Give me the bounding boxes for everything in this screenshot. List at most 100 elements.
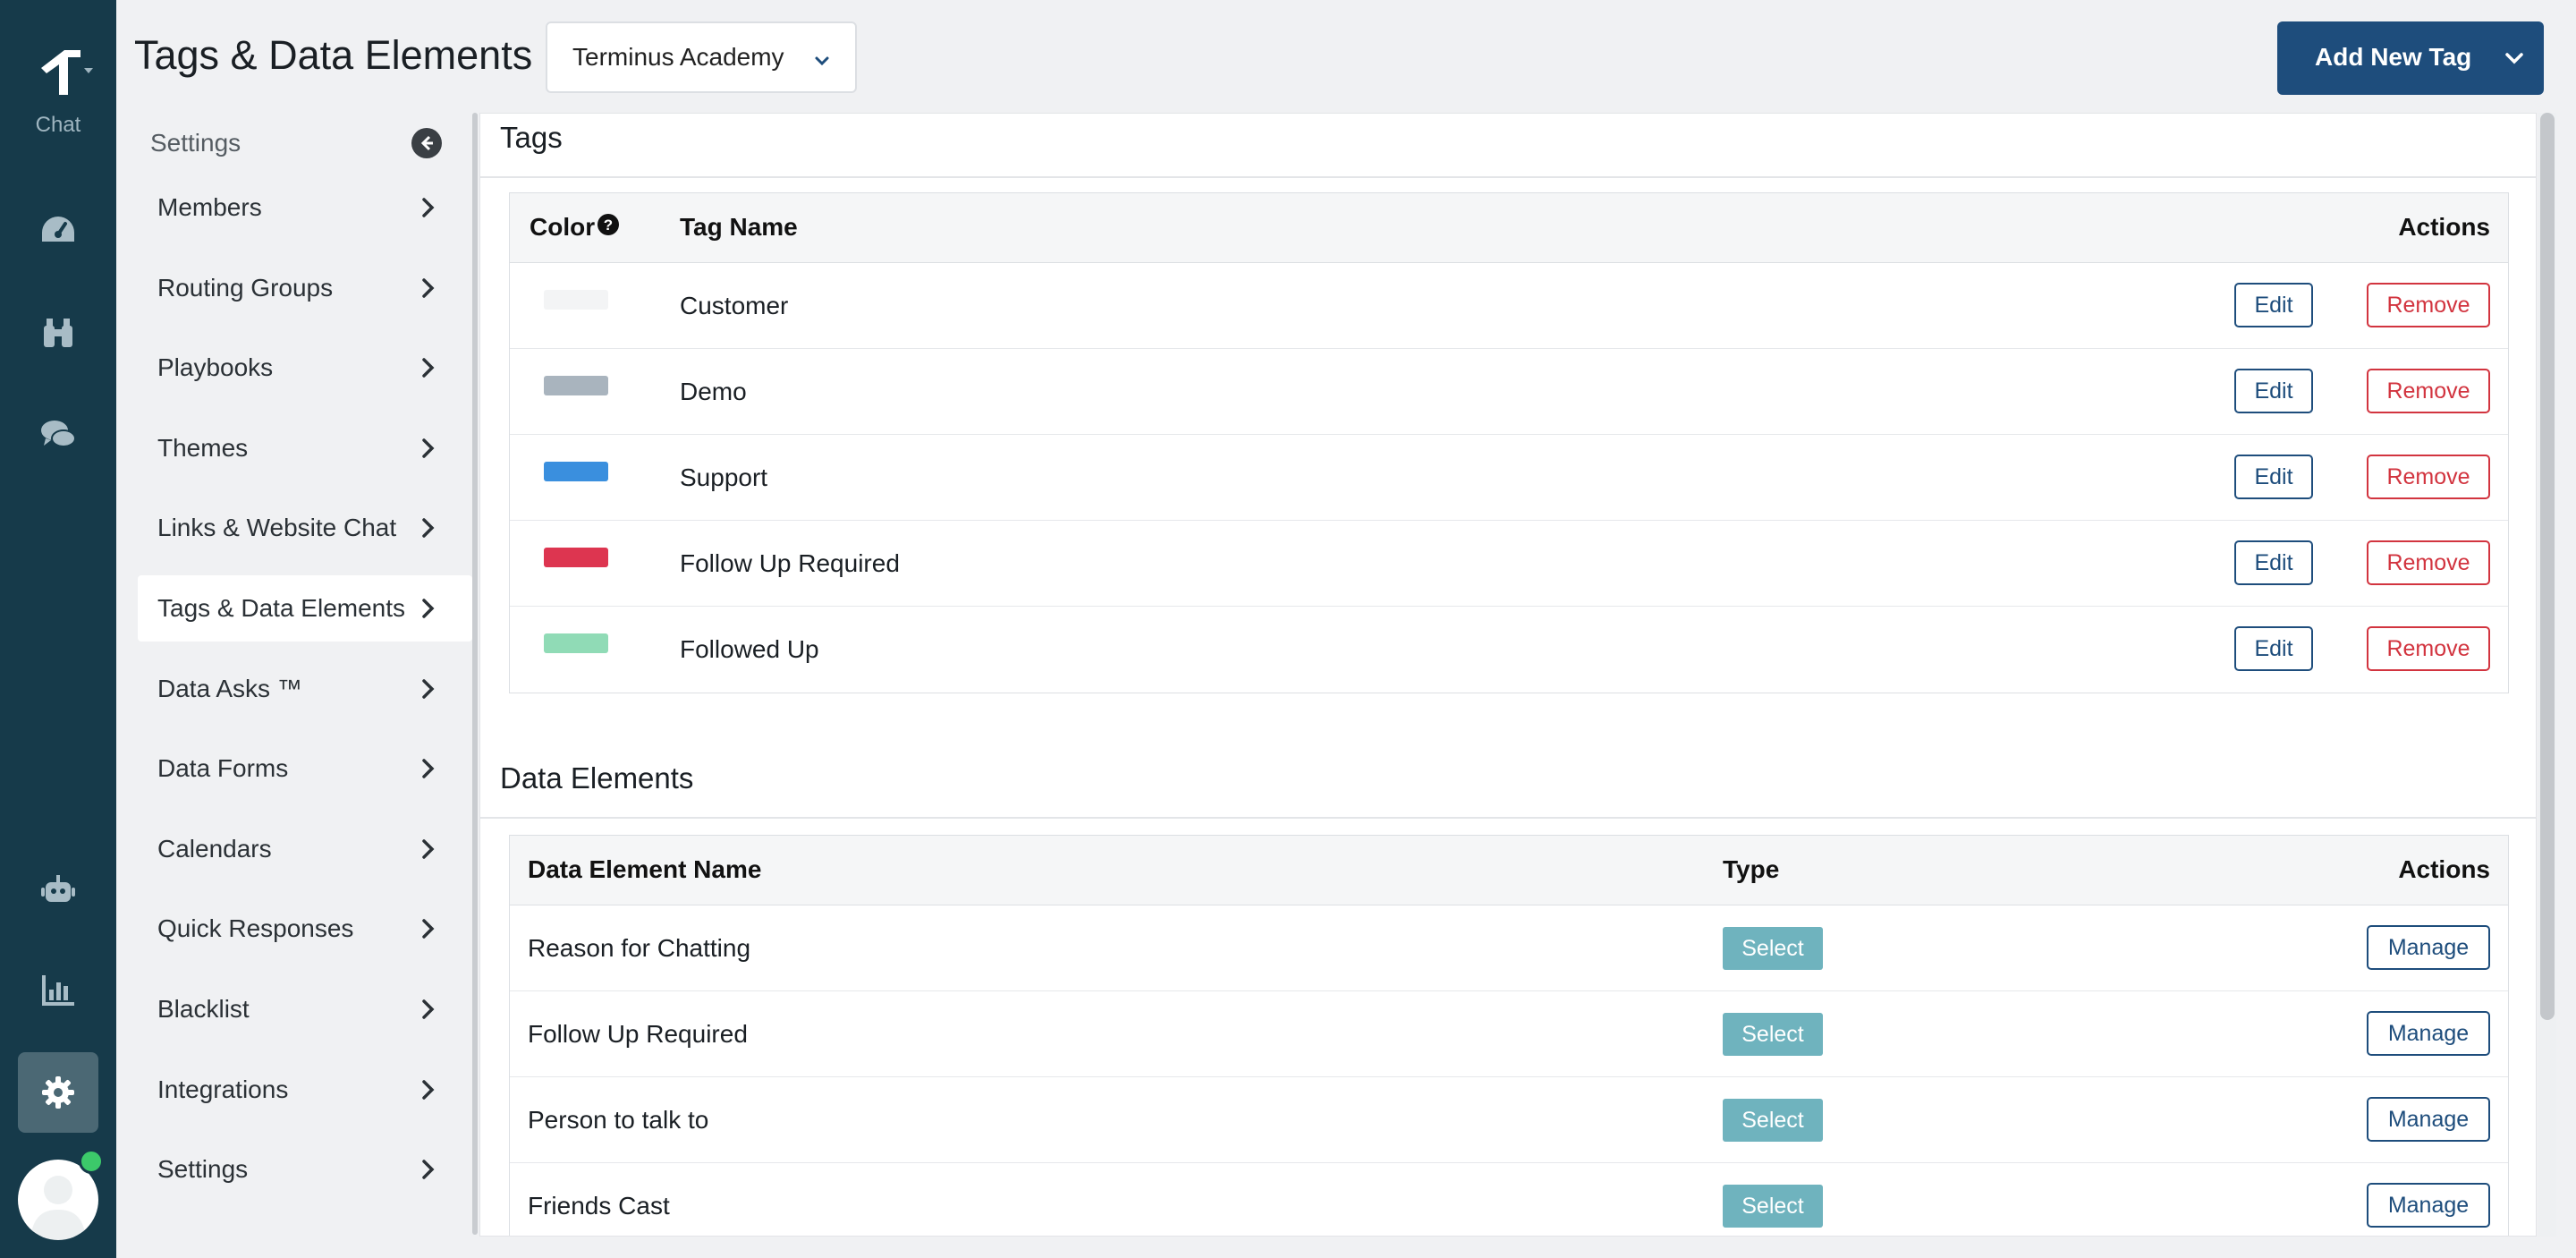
tag-name: Follow Up Required bbox=[680, 549, 900, 577]
sidebar-item[interactable]: Integrations bbox=[138, 1057, 472, 1123]
svg-text:?: ? bbox=[604, 217, 613, 234]
sidebar-item[interactable]: Data Forms bbox=[138, 735, 472, 802]
tags-table: Color ? Tag Name Actions Customer Edit Rem… bbox=[509, 192, 2509, 693]
sidebar-item-label: Quick Responses bbox=[157, 914, 354, 943]
data-element-name: Person to talk to bbox=[528, 1106, 709, 1134]
section-divider bbox=[480, 176, 2536, 178]
remove-button[interactable]: Remove bbox=[2367, 455, 2490, 499]
table-row: Reason for Chatting Select Manage bbox=[510, 905, 2508, 991]
chevron-right-icon bbox=[419, 677, 438, 707]
data-elements-table: Data Element Name Type Actions Reason fo… bbox=[509, 835, 2509, 1236]
tags-section-title: Tags bbox=[500, 121, 563, 154]
help-icon[interactable]: ? bbox=[597, 213, 620, 242]
table-row: Support Edit Remove bbox=[510, 435, 2508, 521]
tag-color-swatch bbox=[544, 633, 608, 653]
sidebar-item[interactable]: Themes bbox=[138, 415, 472, 481]
sidebar-item[interactable]: Data Asks ™ bbox=[138, 656, 472, 722]
sidebar-item-label: Integrations bbox=[157, 1075, 289, 1103]
remove-button[interactable]: Remove bbox=[2367, 626, 2490, 671]
sidebar-item-label: Data Asks ™ bbox=[157, 674, 302, 702]
binoculars-icon[interactable] bbox=[35, 310, 81, 356]
sidebar-item-label: Playbooks bbox=[157, 353, 274, 382]
data-elements-section-title: Data Elements bbox=[500, 761, 694, 795]
chevron-down-icon[interactable] bbox=[2503, 47, 2526, 76]
sidebar-item[interactable]: Settings bbox=[138, 1136, 472, 1203]
app-rail: Chat bbox=[0, 0, 116, 1258]
main-scrollbar-thumb[interactable] bbox=[2540, 113, 2555, 1020]
organization-select-value: Terminus Academy bbox=[572, 43, 784, 71]
manage-button[interactable]: Manage bbox=[2367, 925, 2490, 970]
sidebar-item[interactable]: Links & Website Chat bbox=[138, 495, 472, 561]
edit-button[interactable]: Edit bbox=[2234, 455, 2313, 499]
column-header-actions: Actions bbox=[2398, 213, 2490, 241]
chevron-down-icon bbox=[812, 48, 832, 77]
dashboard-icon[interactable] bbox=[35, 208, 81, 254]
manage-button[interactable]: Manage bbox=[2367, 1097, 2490, 1142]
sidebar-item[interactable]: Playbooks bbox=[138, 335, 472, 401]
organization-select[interactable]: Terminus Academy bbox=[546, 21, 857, 93]
manage-button[interactable]: Manage bbox=[2367, 1183, 2490, 1228]
data-element-name: Friends Cast bbox=[528, 1192, 670, 1220]
chevron-right-icon bbox=[419, 516, 438, 546]
analytics-icon[interactable] bbox=[35, 966, 81, 1013]
table-row: Friends Cast Select Manage bbox=[510, 1163, 2508, 1236]
sidebar-item-label: Settings bbox=[157, 1155, 249, 1184]
column-header-tag-name: Tag Name bbox=[680, 213, 798, 241]
chevron-right-icon bbox=[419, 757, 438, 786]
table-row: Follow Up Required Edit Remove bbox=[510, 521, 2508, 607]
column-header-data-element-name: Data Element Name bbox=[528, 855, 762, 883]
tag-color-swatch bbox=[544, 290, 608, 310]
tag-color-swatch bbox=[544, 376, 608, 395]
sidebar-item-label: Tags & Data Elements bbox=[157, 594, 406, 622]
table-row: Followed Up Edit Remove bbox=[510, 607, 2508, 693]
arrow-left-icon bbox=[420, 135, 433, 151]
type-badge: Select bbox=[1723, 927, 1823, 970]
sidebar-item-label: Members bbox=[157, 193, 262, 221]
data-element-name: Reason for Chatting bbox=[528, 934, 751, 962]
chevron-right-icon bbox=[419, 1158, 438, 1187]
table-row: Demo Edit Remove bbox=[510, 349, 2508, 435]
main-panel: Tags Color ? Tag Name Actions Customer Ed… bbox=[479, 113, 2537, 1237]
sidebar-item-label: Links & Website Chat bbox=[157, 514, 397, 542]
manage-button[interactable]: Manage bbox=[2367, 1011, 2490, 1056]
sidebar-item[interactable]: Blacklist bbox=[138, 976, 472, 1042]
add-new-tag-button[interactable]: Add New Tag bbox=[2277, 21, 2544, 95]
section-divider bbox=[480, 817, 2536, 819]
data-elements-table-header: Data Element Name Type Actions bbox=[510, 836, 2508, 905]
tag-name: Support bbox=[680, 463, 768, 491]
chevron-right-icon bbox=[419, 437, 438, 466]
sidebar-item[interactable]: Members bbox=[138, 174, 472, 241]
table-row: Follow Up Required Select Manage bbox=[510, 991, 2508, 1077]
table-row: Customer Edit Remove bbox=[510, 263, 2508, 349]
sidebar-item[interactable]: Calendars bbox=[138, 816, 472, 882]
chevron-right-icon bbox=[419, 998, 438, 1027]
chevron-right-icon bbox=[419, 276, 438, 306]
tag-name: Customer bbox=[680, 292, 789, 319]
tag-color-swatch bbox=[544, 548, 608, 567]
remove-button[interactable]: Remove bbox=[2367, 369, 2490, 413]
chevron-right-icon bbox=[419, 196, 438, 225]
data-element-name: Follow Up Required bbox=[528, 1020, 748, 1048]
sidebar-item-label: Themes bbox=[157, 433, 249, 462]
sidebar-divider[interactable] bbox=[472, 113, 478, 1235]
tag-name: Followed Up bbox=[680, 635, 819, 663]
settings-gear-icon[interactable] bbox=[35, 1069, 81, 1116]
terminus-logo-icon[interactable] bbox=[34, 41, 97, 104]
sidebar-item-label: Blacklist bbox=[157, 995, 250, 1023]
column-header-actions: Actions bbox=[2398, 855, 2490, 883]
sidebar-item-label: Data Forms bbox=[157, 754, 289, 783]
sidebar-item[interactable]: Quick Responses bbox=[138, 896, 472, 962]
edit-button[interactable]: Edit bbox=[2234, 626, 2313, 671]
edit-button[interactable]: Edit bbox=[2234, 283, 2313, 327]
bot-icon[interactable] bbox=[35, 866, 81, 913]
collapse-sidebar-button[interactable] bbox=[411, 128, 442, 158]
type-badge: Select bbox=[1723, 1013, 1823, 1056]
remove-button[interactable]: Remove bbox=[2367, 540, 2490, 585]
sidebar-item[interactable]: Tags & Data Elements bbox=[138, 575, 472, 642]
edit-button[interactable]: Edit bbox=[2234, 369, 2313, 413]
tags-table-header: Color ? Tag Name Actions bbox=[510, 193, 2508, 263]
chat-bubbles-icon[interactable] bbox=[35, 412, 81, 458]
edit-button[interactable]: Edit bbox=[2234, 540, 2313, 585]
remove-button[interactable]: Remove bbox=[2367, 283, 2490, 327]
sidebar-item[interactable]: Routing Groups bbox=[138, 255, 472, 321]
